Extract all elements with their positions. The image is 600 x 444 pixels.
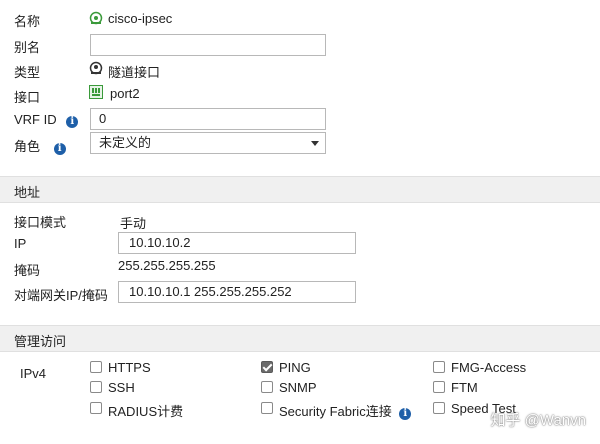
security-fabric-checkbox[interactable] [261, 402, 273, 414]
alias-label: 别名 [14, 40, 41, 55]
ip-input[interactable]: 10.10.10.2 [118, 232, 356, 254]
watermark: 知乎 @Wanvn [490, 412, 586, 429]
interface-label: 接口 [14, 90, 41, 105]
ftm-checkbox[interactable] [433, 381, 445, 393]
type-value: 隧道接口 [108, 65, 161, 80]
role-label-text: 角色 [14, 139, 41, 154]
https-checkbox[interactable] [90, 361, 102, 373]
ip-label: IP [14, 236, 27, 251]
https-label[interactable]: HTTPS [108, 360, 151, 375]
ipv4-label: IPv4 [20, 366, 47, 381]
radius-accounting-checkbox[interactable] [90, 402, 102, 414]
address-section-header: 地址 [0, 176, 600, 203]
mask-label: 掩码 [14, 263, 41, 278]
remote-gateway-label: 对端网关IP/掩码 [14, 288, 108, 303]
mask-value: 255.255.255.255 [118, 258, 216, 273]
port-icon [89, 85, 103, 99]
type-label: 类型 [14, 65, 41, 80]
snmp-label[interactable]: SNMP [279, 380, 317, 395]
vrf-id-input[interactable]: 0 [90, 108, 326, 130]
ssh-label[interactable]: SSH [108, 380, 135, 395]
admin-access-section-header: 管理访问 [0, 325, 600, 352]
interface-value[interactable]: port2 [110, 86, 140, 101]
ssh-checkbox[interactable] [90, 381, 102, 393]
remote-gateway-input[interactable]: 10.10.10.1 255.255.255.252 [118, 281, 356, 303]
role-select-value: 未定义的 [99, 135, 152, 150]
address-section-title: 地址 [14, 185, 41, 200]
info-icon[interactable]: i [53, 143, 66, 155]
admin-access-section-title: 管理访问 [14, 334, 67, 349]
tunnel-status-icon [89, 11, 103, 25]
fmg-access-label[interactable]: FMG-Access [451, 360, 526, 375]
security-fabric-label-text: Security Fabric连接 [279, 404, 392, 419]
info-icon[interactable]: i [66, 116, 79, 128]
name-label: 名称 [14, 14, 41, 29]
ping-checkbox[interactable] [261, 361, 273, 373]
name-value: cisco-ipsec [108, 11, 173, 26]
security-fabric-label[interactable]: Security Fabric连接 i [279, 401, 412, 420]
vrf-label-text: VRF ID [14, 112, 57, 127]
tunnel-icon [89, 61, 103, 75]
alias-input[interactable] [90, 34, 326, 56]
ftm-label[interactable]: FTM [451, 380, 478, 395]
mode-label: 接口模式 [14, 215, 67, 230]
snmp-checkbox[interactable] [261, 381, 273, 393]
info-icon[interactable]: i [399, 408, 412, 420]
role-label: 角色 i [14, 136, 66, 155]
chevron-down-icon [311, 141, 319, 146]
radius-accounting-label[interactable]: RADIUS计费 [108, 401, 183, 420]
fmg-access-checkbox[interactable] [433, 361, 445, 373]
role-select[interactable]: 未定义的 [90, 132, 326, 154]
speed-test-checkbox[interactable] [433, 402, 445, 414]
vrf-label: VRF ID i [14, 112, 79, 128]
mode-value: 手动 [120, 216, 147, 231]
ping-label[interactable]: PING [279, 360, 311, 375]
